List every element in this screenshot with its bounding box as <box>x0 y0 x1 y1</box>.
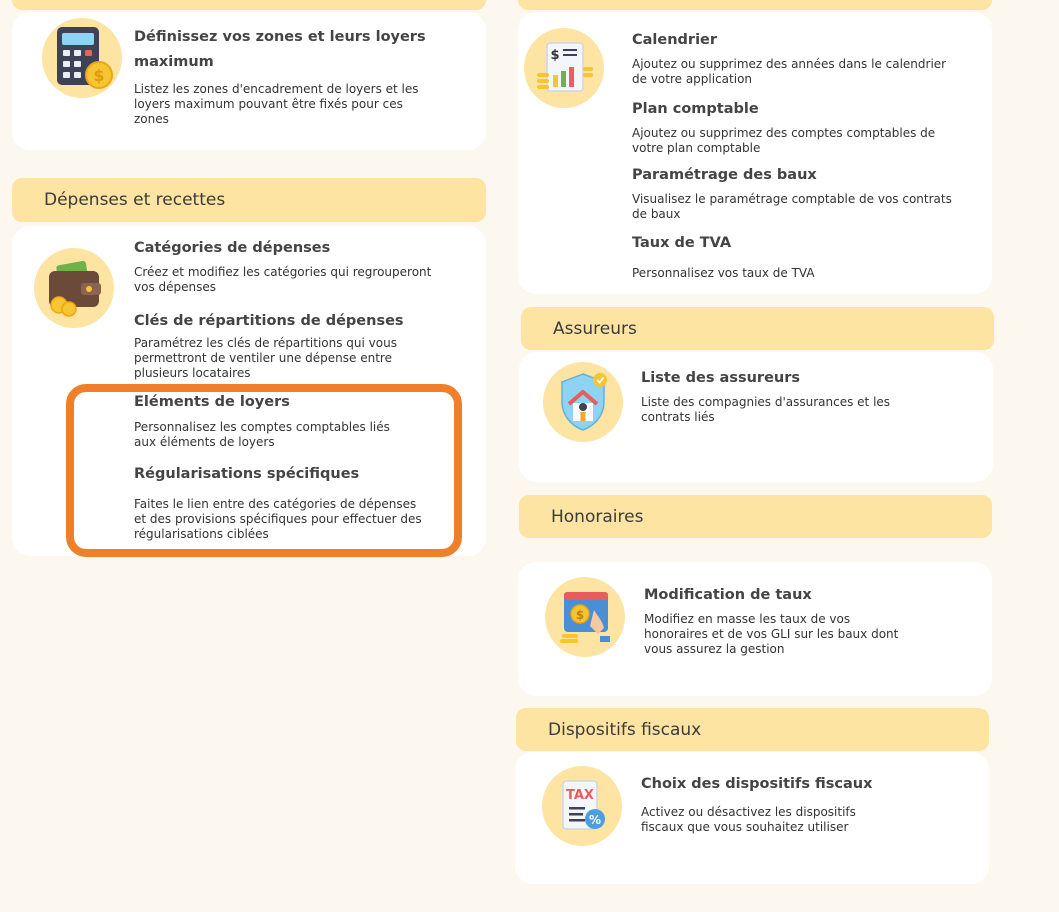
comptabilite-item-tva-description: Personnalisez vos taux de TVA <box>632 266 815 280</box>
section-header-honoraires[interactable]: Honoraires <box>519 495 992 538</box>
calculator-icon: $ <box>57 27 113 89</box>
honoraires-item-title[interactable]: Modification de taux <box>644 583 904 608</box>
fiscaux-item: Choix des dispositifs fiscaux Activez ou… <box>641 772 901 835</box>
svg-text:%: % <box>589 813 601 827</box>
zones-item: Définissez vos zones et leurs loyers max… <box>134 25 434 127</box>
svg-text:$: $ <box>576 608 584 622</box>
svg-text:$: $ <box>550 48 559 63</box>
insured-house-icon <box>561 373 607 431</box>
fee-rate-icon: $ <box>560 592 610 643</box>
highlight-frame <box>66 384 462 557</box>
accounting-report-icon: $ <box>537 42 593 92</box>
comptabilite-icon-circle: $ <box>524 28 604 108</box>
section-header-top-left <box>12 0 486 10</box>
assureurs-icon-circle <box>543 362 623 442</box>
depenses-item-categories-description: Créez et modifiez les catégories qui reg… <box>134 265 432 294</box>
honoraires-item: Modification de taux Modifiez en masse l… <box>644 583 904 657</box>
depenses-item-cles-title[interactable]: Clés de répartitions de dépenses <box>134 309 434 334</box>
assureurs-item-title[interactable]: Liste des assureurs <box>641 366 941 391</box>
comptabilite-item-calendrier: Calendrier Ajoutez ou supprimez des anné… <box>632 28 962 87</box>
comptabilite-item-baux-description: Visualisez le paramétrage comptable de v… <box>632 192 952 221</box>
depenses-item-categories-title[interactable]: Catégories de dépenses <box>134 236 434 261</box>
comptabilite-item-baux-title[interactable]: Paramétrage des baux <box>632 163 962 188</box>
tax-document-icon: TAX % <box>562 780 605 830</box>
fiscaux-icon-circle: TAX % <box>542 766 622 846</box>
assureurs-item: Liste des assureurs Liste des compagnies… <box>641 366 941 425</box>
depenses-icon-circle <box>34 248 114 328</box>
section-header-fiscaux[interactable]: Dispositifs fiscaux <box>516 708 989 751</box>
comptabilite-item-tva: Taux de TVA Personnalisez vos taux de TV… <box>632 231 962 281</box>
tax-icon-text: TAX <box>566 788 594 803</box>
wallet-icon <box>49 260 101 317</box>
honoraires-item-description: Modifiez en masse les taux de vos honora… <box>644 612 899 656</box>
assureurs-item-description: Liste des compagnies d'assurances et les… <box>641 395 891 424</box>
comptabilite-item-plan: Plan comptable Ajoutez ou supprimez des … <box>632 97 962 156</box>
comptabilite-item-calendrier-description: Ajoutez ou supprimez des années dans le … <box>632 57 947 86</box>
zones-title[interactable]: Définissez vos zones et leurs loyers max… <box>134 25 434 75</box>
comptabilite-item-baux: Paramétrage des baux Visualisez le param… <box>632 163 962 222</box>
comptabilite-item-calendrier-title[interactable]: Calendrier <box>632 28 962 53</box>
section-header-assureurs[interactable]: Assureurs <box>521 307 994 350</box>
zones-description: Listez les zones d'encadrement de loyers… <box>134 82 419 126</box>
depenses-item-cles: Clés de répartitions de dépenses Paramét… <box>134 309 434 381</box>
depenses-item-cles-description: Paramétrez les clés de répartitions qui … <box>134 336 397 380</box>
section-header-depenses[interactable]: Dépenses et recettes <box>12 178 486 222</box>
zones-icon-circle: $ <box>42 18 122 98</box>
section-header-top-right <box>518 0 992 10</box>
comptabilite-item-tva-title[interactable]: Taux de TVA <box>632 231 962 256</box>
comptabilite-item-plan-title[interactable]: Plan comptable <box>632 97 962 122</box>
fiscaux-item-description: Activez ou désactivez les dispositifs fi… <box>641 805 856 834</box>
depenses-item-categories: Catégories de dépenses Créez et modifiez… <box>134 236 434 295</box>
honoraires-icon-circle: $ <box>545 577 625 657</box>
svg-text:$: $ <box>93 66 104 85</box>
fiscaux-item-title[interactable]: Choix des dispositifs fiscaux <box>641 772 901 797</box>
comptabilite-item-plan-description: Ajoutez ou supprimez des comptes comptab… <box>632 126 936 155</box>
